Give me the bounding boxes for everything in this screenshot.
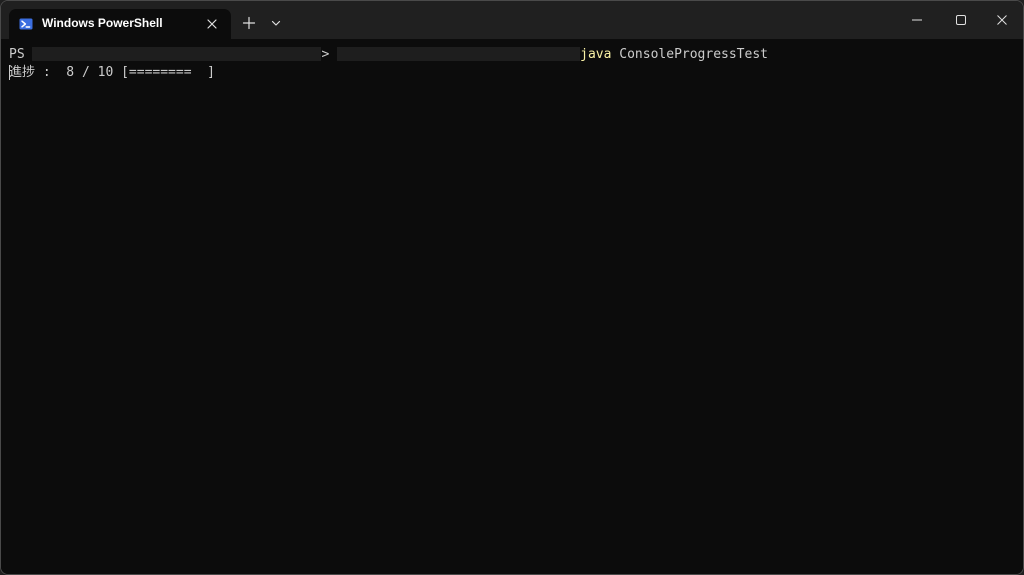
command-args: ConsoleProgressTest (619, 47, 768, 62)
text-cursor (9, 65, 10, 80)
terminal-window: Windows PowerShell PS > java ConsoleProg… (0, 0, 1024, 575)
prompt-line: PS > java ConsoleProgressTest (9, 46, 768, 63)
powershell-icon (19, 17, 33, 31)
tab-title: Windows PowerShell (42, 16, 163, 30)
close-tab-icon[interactable] (202, 14, 222, 34)
prompt-prefix: PS (9, 47, 25, 62)
tab-dropdown-button[interactable] (267, 13, 285, 33)
new-tab-button[interactable] (239, 13, 259, 33)
redacted-path (32, 46, 322, 61)
command-name: java (580, 47, 612, 62)
progress-line: 進捗 : 8 / 10 [======== ] (9, 65, 216, 80)
maximize-icon (956, 15, 966, 25)
minimize-icon (912, 19, 922, 21)
title-bar: Windows PowerShell (1, 1, 1023, 39)
terminal-output[interactable]: PS > java ConsoleProgressTest 進捗 : 8 / 1… (1, 39, 1023, 574)
tab-windows-powershell[interactable]: Windows PowerShell (9, 9, 231, 39)
prompt-separator: > (321, 47, 330, 62)
close-icon (997, 15, 1007, 25)
maximize-button[interactable] (938, 1, 984, 39)
chevron-down-icon (271, 20, 281, 26)
minimize-button[interactable] (894, 1, 940, 39)
close-window-button[interactable] (979, 1, 1023, 39)
redacted-path-2 (337, 46, 581, 61)
plus-icon (242, 16, 256, 30)
